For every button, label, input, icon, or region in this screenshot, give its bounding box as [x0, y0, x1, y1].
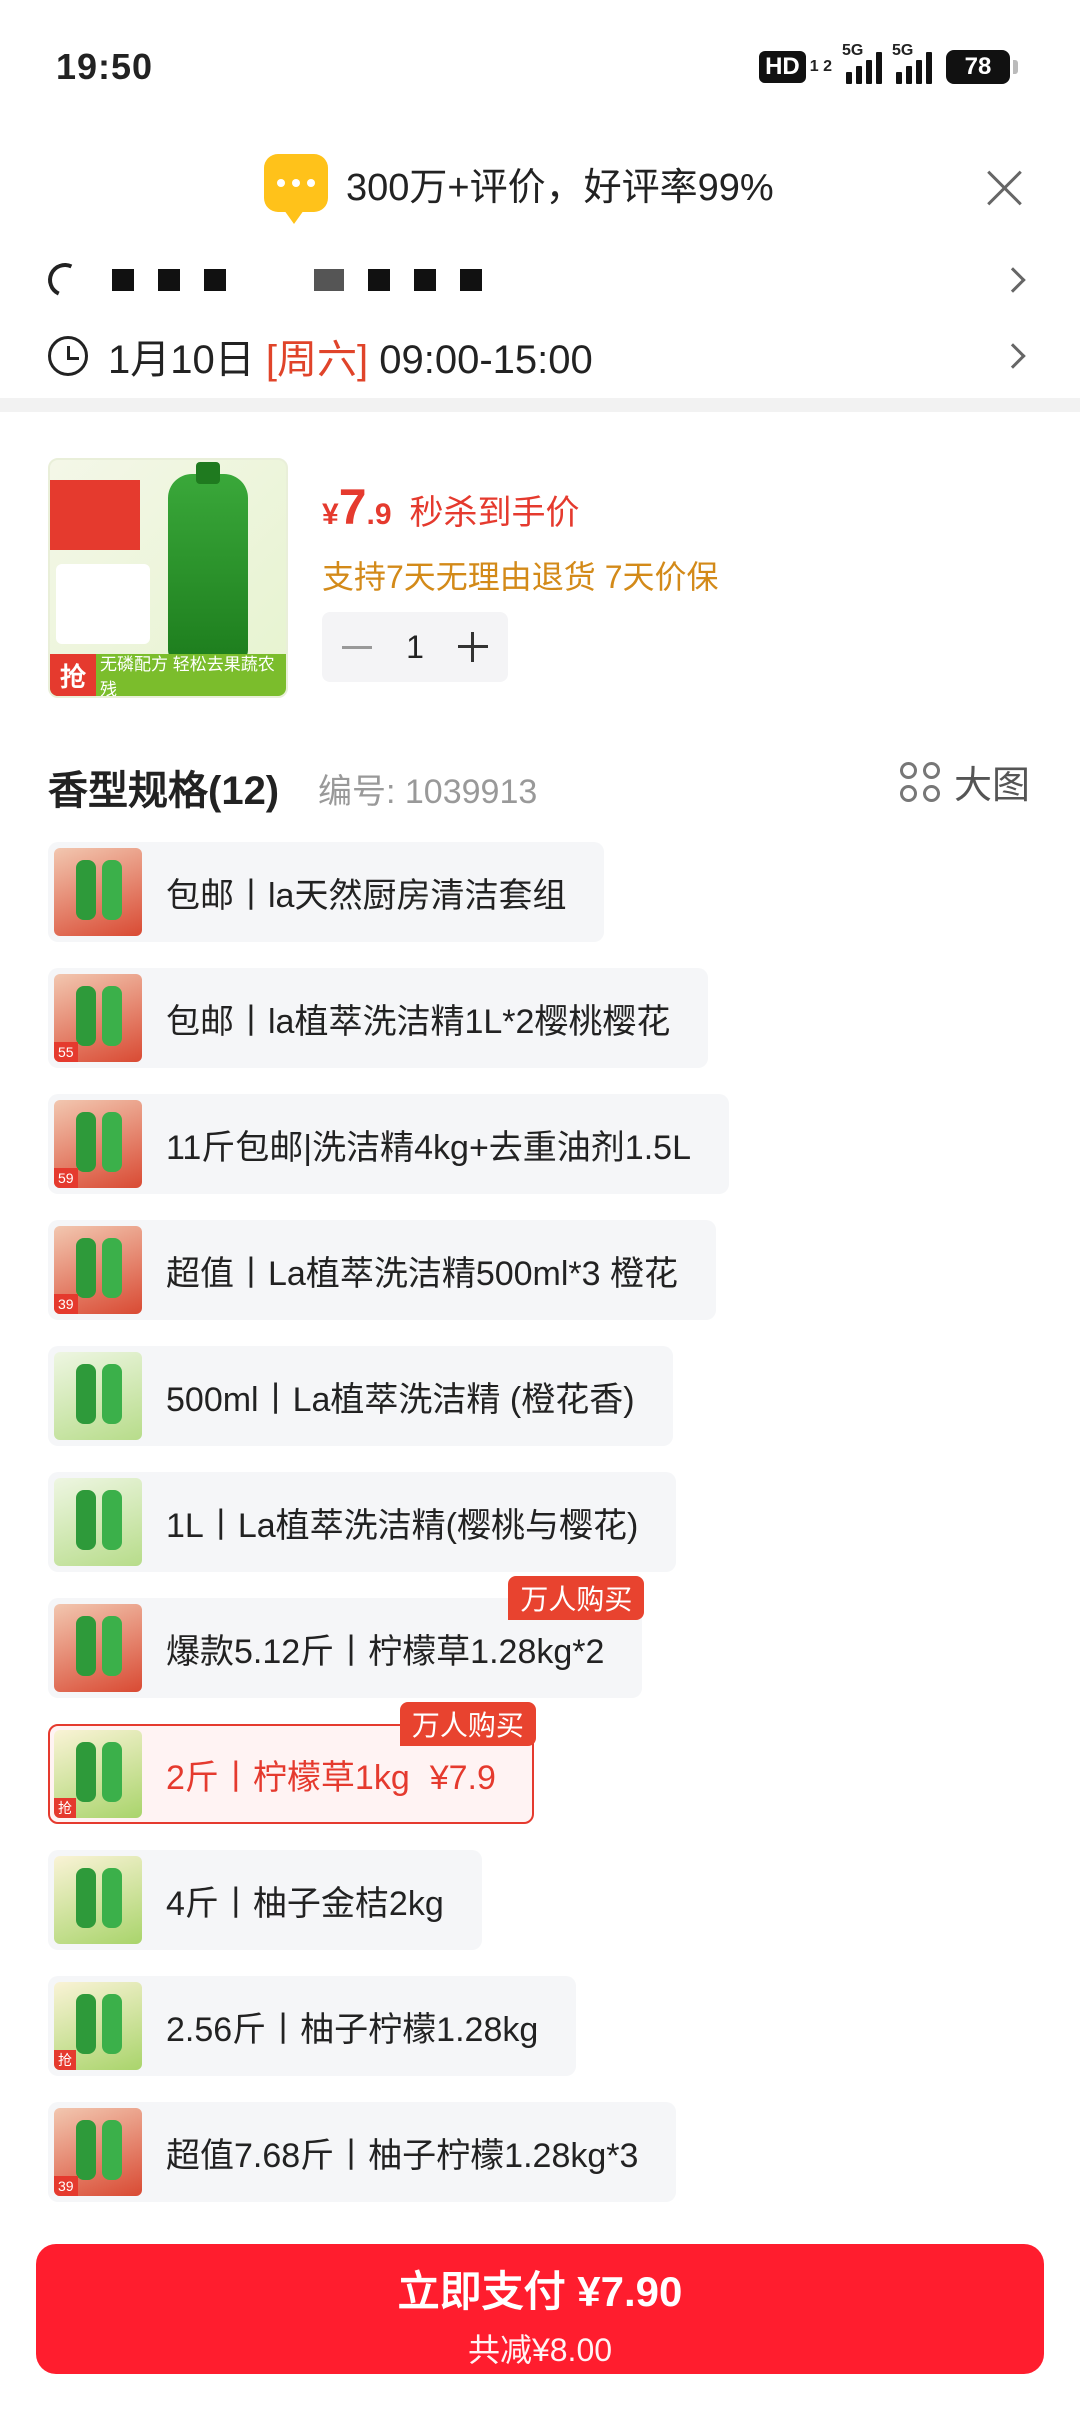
network-label-1: 5G: [842, 42, 864, 59]
review-banner: 300万+评价，好评率99%: [0, 150, 1080, 230]
spec-label: 超值丨La植萃洗洁精500ml*3 橙花: [166, 1254, 679, 1293]
spec-option[interactable]: 1L丨La植萃洗洁精(樱桃与樱花): [48, 1472, 677, 1572]
delivery-weekday: [周六]: [265, 338, 369, 382]
spec-label: 1L丨La植萃洗洁精(樱桃与樱花): [166, 1506, 639, 1545]
delivery-date: 1月10日: [108, 338, 255, 382]
spec-label: 11斤包邮|洗洁精4kg+去重油剂1.5L: [166, 1128, 691, 1167]
status-time: 19:50: [56, 46, 154, 87]
spec-thumb: 抢: [54, 1982, 142, 2070]
grid-view-icon: [899, 761, 940, 802]
close-icon[interactable]: [984, 168, 1024, 208]
spec-thumb: 39: [54, 2108, 142, 2196]
thumb-price-tag: 39: [54, 1294, 78, 1314]
thumb-price-tag: 39: [54, 2176, 78, 2196]
spec-label: 爆款5.12斤丨柠檬草1.28kg*2: [166, 1632, 605, 1671]
chat-bubble-icon: [264, 154, 328, 224]
spec-code: 编号: 1039913: [318, 773, 538, 811]
sim-slot-indicator: 1 2: [809, 58, 832, 75]
network-label-2: 5G: [892, 42, 914, 59]
battery-icon: 78: [946, 50, 1018, 84]
spec-thumb: [54, 848, 142, 936]
delivery-time: 1月10日 [周六] 09:00-15:00: [108, 327, 593, 385]
spec-thumb: [54, 1856, 142, 1944]
chevron-right-icon: [1000, 343, 1026, 369]
spec-thumb: 抢: [54, 1730, 142, 1818]
spec-label: 包邮丨la植萃洗洁精1L*2樱桃樱花: [166, 1002, 671, 1041]
pay-main-label: 立即支付 ¥7.90: [397, 2268, 683, 2315]
hd-icon: HD: [759, 51, 806, 83]
plus-button[interactable]: [457, 632, 488, 662]
signal-icon-1: 5G: [842, 42, 882, 84]
pay-now-button[interactable]: 立即支付 ¥7.90 共减¥8.00: [36, 2244, 1044, 2374]
spec-label: 包邮丨la天然厨房清洁套组: [166, 876, 567, 915]
thumb-grab-tag: 抢: [54, 2050, 76, 2070]
bottle-graphic: [168, 462, 248, 664]
quantity-stepper: 1: [322, 612, 508, 682]
spec-label: 2.56斤丨柚子柠檬1.28kg: [166, 2010, 539, 2049]
spec-thumb: [54, 1478, 142, 1566]
spec-option[interactable]: 爆款5.12斤丨柠檬草1.28kg*2 万人购买: [48, 1576, 645, 1698]
minus-button[interactable]: [342, 645, 372, 649]
product-price: ¥ 7 .9 秒杀到手价: [322, 479, 580, 535]
loading-icon: [43, 258, 87, 302]
spec-option[interactable]: 59 11斤包邮|洗洁精4kg+去重油剂1.5L: [48, 1094, 729, 1194]
signal-icon-2: 5G: [892, 42, 932, 84]
big-view-label: 大图: [953, 765, 1030, 807]
spec-option[interactable]: 包邮丨la天然厨房清洁套组: [48, 842, 605, 942]
spec-option[interactable]: 4斤丨柚子金桔2kg: [48, 1850, 482, 1950]
spec-label: 超值7.68斤丨柚子柠檬1.28kg*3: [166, 2136, 639, 2175]
hot-seller-badge: 万人购买: [399, 1702, 536, 1746]
big-view-button[interactable]: 大图: [899, 754, 1030, 809]
delivery-window: 09:00-15:00: [379, 338, 593, 382]
masked-address: [112, 269, 482, 291]
spec-option-selected[interactable]: 抢 2斤丨柠檬草1kg ¥7.9 万人购买: [48, 1702, 536, 1824]
spec-option[interactable]: 55 包邮丨la植萃洗洁精1L*2樱桃樱花: [48, 968, 709, 1068]
thumb-grab-tag: 抢: [54, 1798, 76, 1818]
thumb-price-tag: 55: [54, 1042, 78, 1062]
spec-thumb: 55: [54, 974, 142, 1062]
product-image[interactable]: 无磷配方 轻松去果蔬农残 抢: [48, 458, 288, 698]
status-bar: 19:50 HD 1 2 5G 5G 78: [0, 0, 1080, 130]
spec-price: ¥7.9: [429, 1758, 496, 1797]
spec-thumb: 39: [54, 1226, 142, 1314]
guarantee-text: 支持7天无理由退货 7天价保: [322, 559, 719, 595]
spec-label: 500ml丨La植萃洗洁精 (橙花香): [166, 1380, 635, 1419]
spec-thumb: [54, 1604, 142, 1692]
price-label: 秒杀到手价: [409, 494, 580, 532]
spec-option[interactable]: 抢 2.56斤丨柚子柠檬1.28kg: [48, 1976, 577, 2076]
spec-option[interactable]: 39 超值7.68斤丨柚子柠檬1.28kg*3: [48, 2102, 677, 2202]
address-row[interactable]: [43, 245, 1032, 315]
spec-option[interactable]: 500ml丨La植萃洗洁精 (橙花香): [48, 1346, 673, 1446]
section-divider: [0, 398, 1080, 412]
clock-icon: [48, 336, 88, 376]
spec-option[interactable]: 39 超值丨La植萃洗洁精500ml*3 橙花: [48, 1220, 717, 1320]
spec-title: 香型规格(12): [48, 769, 280, 813]
hot-seller-badge: 万人购买: [508, 1576, 645, 1620]
chevron-right-icon: [1000, 267, 1026, 293]
quantity-value: 1: [406, 628, 424, 665]
thumb-price-tag: 59: [54, 1168, 78, 1188]
grab-badge: 抢: [50, 654, 96, 696]
spec-thumb: 59: [54, 1100, 142, 1188]
spec-label: 4斤丨柚子金桔2kg: [166, 1884, 444, 1923]
spec-label: 2斤丨柠檬草1kg ¥7.9: [166, 1758, 496, 1797]
spec-thumb: [54, 1352, 142, 1440]
delivery-time-row[interactable]: 1月10日 [周六] 09:00-15:00: [48, 321, 1032, 391]
pay-discount-label: 共减¥8.00: [467, 2332, 613, 2368]
review-summary: 300万+评价，好评率99%: [346, 166, 774, 209]
status-icons: HD 1 2 5G 5G 78: [759, 42, 1018, 84]
